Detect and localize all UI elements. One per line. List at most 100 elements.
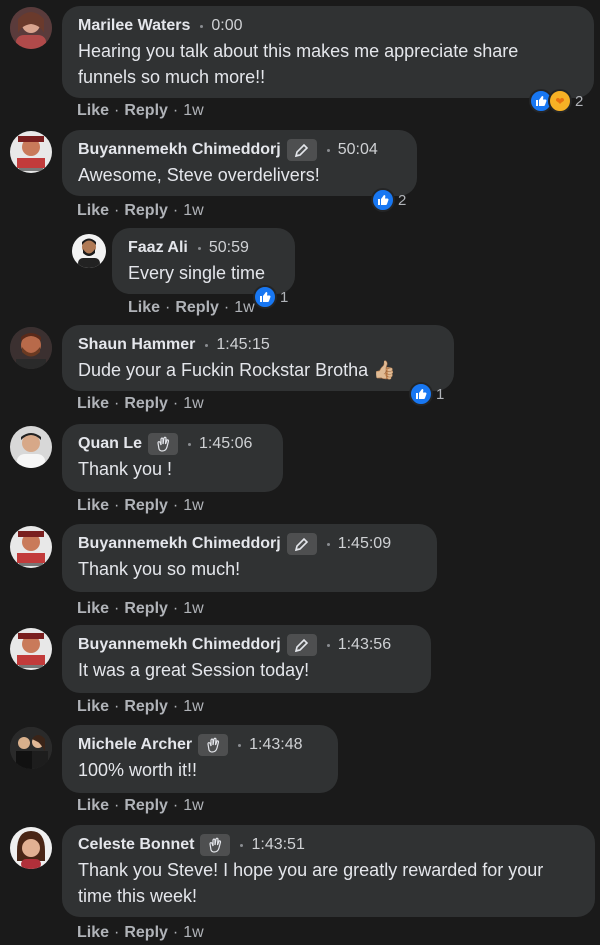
- timestamp[interactable]: 1:43:56: [338, 636, 391, 654]
- author-name[interactable]: Marilee Waters: [78, 17, 190, 35]
- reply-button[interactable]: Reply: [124, 924, 168, 942]
- comment-bubble: Buyannemekh Chimeddorj 50:04 Awesome, St…: [62, 130, 417, 196]
- comment-actions: Like · Reply · 1w: [128, 299, 255, 317]
- comment-bubble: Michele Archer 1:43:48 100% worth it!!: [62, 725, 338, 793]
- reply-button[interactable]: Reply: [124, 395, 168, 413]
- pen-icon: [286, 533, 317, 555]
- separator-dot: [188, 442, 192, 446]
- comment-age[interactable]: 1w: [183, 797, 203, 815]
- timestamp[interactable]: 1:45:06: [199, 435, 252, 453]
- comment-text: Hearing you talk about this makes me app…: [78, 41, 519, 87]
- comment-age[interactable]: 1w: [183, 202, 203, 220]
- comment: Michele Archer 1:43:48 100% worth it!! L…: [0, 720, 600, 830]
- care-icon: ❤: [548, 89, 572, 113]
- like-button[interactable]: Like: [77, 102, 109, 120]
- comment-text: Thank you so much!: [78, 559, 241, 579]
- reaction-summary[interactable]: ❤ 2: [529, 89, 583, 113]
- like-icon: [409, 382, 433, 406]
- timestamp[interactable]: 0:00: [211, 17, 242, 35]
- comment-text: Every single time: [128, 263, 266, 283]
- comment-age[interactable]: 1w: [183, 600, 203, 618]
- separator-dot: [200, 24, 204, 28]
- timestamp[interactable]: 50:04: [338, 141, 378, 159]
- comment-bubble: Quan Le 1:45:06 Thank you !: [62, 424, 283, 492]
- comment-actions: Like · Reply · 1w: [77, 102, 204, 120]
- like-button[interactable]: Like: [77, 600, 109, 618]
- comment-age[interactable]: 1w: [183, 102, 203, 120]
- author-name[interactable]: Shaun Hammer: [78, 336, 195, 354]
- like-button[interactable]: Like: [77, 395, 109, 413]
- reply-button[interactable]: Reply: [124, 202, 168, 220]
- comment: Celeste Bonnet 1:43:51 Thank you Steve! …: [0, 820, 600, 945]
- author-name[interactable]: Michele Archer: [78, 736, 192, 754]
- reaction-summary[interactable]: 2: [371, 188, 406, 212]
- reply-button[interactable]: Reply: [175, 299, 219, 317]
- comment-text: 100% worth it!!: [78, 760, 198, 780]
- avatar[interactable]: [10, 7, 52, 49]
- like-icon: [371, 188, 395, 212]
- reaction-summary[interactable]: 1: [253, 285, 288, 309]
- author-name[interactable]: Faaz Ali: [128, 239, 188, 257]
- separator-dot: [326, 643, 330, 647]
- avatar[interactable]: [10, 426, 52, 468]
- like-button[interactable]: Like: [77, 924, 109, 942]
- comment-bubble: Celeste Bonnet 1:43:51 Thank you Steve! …: [62, 825, 595, 917]
- author-name[interactable]: Buyannemekh Chimeddorj: [78, 535, 281, 553]
- like-button[interactable]: Like: [77, 497, 109, 515]
- reaction-summary[interactable]: 1: [409, 382, 444, 406]
- avatar[interactable]: [10, 827, 52, 869]
- timestamp[interactable]: 1:43:48: [249, 736, 302, 754]
- comment-bubble: Marilee Waters 0:00 Hearing you talk abo…: [62, 6, 594, 98]
- comment-age[interactable]: 1w: [183, 395, 203, 413]
- comment-bubble: Shaun Hammer 1:45:15 Dude your a Fuckin …: [62, 325, 454, 391]
- comment-actions: Like · Reply · 1w: [77, 924, 204, 942]
- timestamp[interactable]: 1:45:15: [216, 336, 269, 354]
- comment-text: It was a great Session today!: [78, 660, 310, 680]
- like-button[interactable]: Like: [77, 202, 109, 220]
- avatar[interactable]: [10, 131, 52, 173]
- like-button[interactable]: Like: [77, 698, 109, 716]
- reply-button[interactable]: Reply: [124, 797, 168, 815]
- comment-age[interactable]: 1w: [183, 698, 203, 716]
- timestamp[interactable]: 50:59: [209, 239, 249, 257]
- reply-button[interactable]: Reply: [124, 102, 168, 120]
- author-name[interactable]: Buyannemekh Chimeddorj: [78, 636, 281, 654]
- timestamp[interactable]: 1:45:09: [338, 535, 391, 553]
- comment: Quan Le 1:45:06 Thank you ! Like · Reply…: [0, 418, 600, 528]
- pen-icon: [286, 139, 317, 161]
- wave-icon: [200, 834, 231, 856]
- separator-dot: [205, 343, 209, 347]
- like-button[interactable]: Like: [77, 797, 109, 815]
- separator-dot: [326, 148, 330, 152]
- comment-actions: Like · Reply · 1w: [77, 797, 204, 815]
- separator-dot: [326, 542, 330, 546]
- comment: Marilee Waters 0:00 Hearing you talk abo…: [0, 0, 600, 119]
- comment-bubble: Buyannemekh Chimeddorj 1:43:56 It was a …: [62, 625, 431, 693]
- separator-dot: [238, 743, 242, 747]
- like-button[interactable]: Like: [128, 299, 160, 317]
- comment-age[interactable]: 1w: [234, 299, 254, 317]
- author-name[interactable]: Buyannemekh Chimeddorj: [78, 141, 281, 159]
- author-name[interactable]: Celeste Bonnet: [78, 836, 194, 854]
- reply-button[interactable]: Reply: [124, 497, 168, 515]
- avatar[interactable]: [10, 526, 52, 568]
- reaction-count: 2: [575, 92, 584, 110]
- comment: Buyannemekh Chimeddorj 50:04 Awesome, St…: [0, 124, 600, 234]
- avatar[interactable]: [10, 327, 52, 369]
- reply-button[interactable]: Reply: [124, 600, 168, 618]
- comment: Buyannemekh Chimeddorj 1:45:09 Thank you…: [0, 518, 600, 628]
- author-name[interactable]: Quan Le: [78, 435, 142, 453]
- avatar[interactable]: [10, 727, 52, 769]
- comment-text: Awesome, Steve overdelivers!: [78, 165, 320, 185]
- reply-button[interactable]: Reply: [124, 698, 168, 716]
- avatar[interactable]: [72, 234, 106, 268]
- comment-age[interactable]: 1w: [183, 924, 203, 942]
- avatar[interactable]: [10, 628, 52, 670]
- comment-text: Thank you !: [78, 459, 173, 479]
- comment: Shaun Hammer 1:45:15 Dude your a Fuckin …: [0, 318, 600, 428]
- comment-actions: Like · Reply · 1w: [77, 202, 204, 220]
- separator-dot: [197, 246, 201, 250]
- comment-age[interactable]: 1w: [183, 497, 203, 515]
- comment-bubble: Buyannemekh Chimeddorj 1:45:09 Thank you…: [62, 524, 437, 592]
- timestamp[interactable]: 1:43:51: [251, 836, 304, 854]
